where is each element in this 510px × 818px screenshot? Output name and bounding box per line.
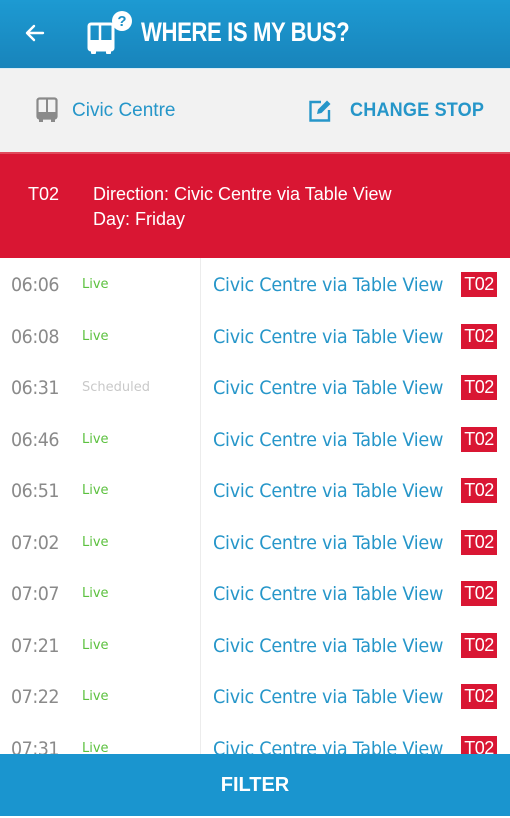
route-badge: T02 xyxy=(461,323,497,349)
route-badge: T02 xyxy=(461,375,497,400)
route-badge: T02 xyxy=(461,272,497,297)
departure-time: 06:31 xyxy=(11,377,60,399)
departure-row[interactable]: 06:31 Scheduled Civic Centre via Table Vie… xyxy=(0,361,510,413)
route-badge: T02 xyxy=(461,581,497,606)
departure-destination[interactable]: Civic Centre via Table View xyxy=(213,429,443,451)
departure-row[interactable]: 06:06 Live Civic Centre via Table View T02 xyxy=(0,258,510,310)
change-stop-button[interactable]: CHANGE STOP xyxy=(308,89,498,133)
departure-destination[interactable]: Civic Centre via Table View xyxy=(213,635,443,657)
departure-row[interactable]: 07:07 Live Civic Centre via Table View T02 xyxy=(0,567,510,619)
departure-time: 07:22 xyxy=(11,686,60,708)
departure-status: Live xyxy=(82,689,109,704)
departure-row[interactable]: 07:22 Live Civic Centre via Table View T02 xyxy=(0,670,510,722)
departure-time: 06:46 xyxy=(11,428,60,451)
departure-destination[interactable]: Civic Centre via Table View xyxy=(213,480,443,502)
filter-button[interactable]: FILTER xyxy=(0,754,510,816)
departure-destination[interactable]: Civic Centre via Table View xyxy=(213,686,443,708)
change-stop-label: CHANGE STOP xyxy=(350,100,485,121)
arrow-left-icon xyxy=(25,24,45,42)
departure-time: 07:02 xyxy=(11,531,60,554)
departure-row[interactable]: 06:46 Live Civic Centre via Table View T02 xyxy=(0,413,510,465)
back-button[interactable] xyxy=(20,18,50,48)
route-badge: T02 xyxy=(461,684,497,709)
route-badge: T02 xyxy=(461,632,497,658)
departure-destination[interactable]: Civic Centre via Table View xyxy=(213,583,443,605)
route-info-banner: T02 Direction: Civic Centre via Table Vi… xyxy=(0,152,510,258)
departure-row[interactable]: 07:31 Live Civic Centre via Table View T02 xyxy=(0,722,510,755)
stop-name: Civic Centre xyxy=(72,100,176,121)
departure-status: Live xyxy=(82,328,109,344)
departure-status: Live xyxy=(82,586,109,601)
departure-time: 06:06 xyxy=(11,274,60,296)
bus-icon xyxy=(36,97,58,122)
departure-status: Live xyxy=(82,637,109,653)
stop-bar: Civic Centre CHANGE STOP xyxy=(0,68,510,152)
departure-status: Live xyxy=(82,483,109,498)
svg-text:?: ? xyxy=(117,13,126,30)
edit-icon xyxy=(309,100,331,122)
departure-row[interactable]: 07:02 Live Civic Centre via Table View T02 xyxy=(0,516,510,568)
departure-time: 07:07 xyxy=(11,583,60,605)
departure-destination[interactable]: Civic Centre via Table View xyxy=(213,532,443,554)
departure-status: Live xyxy=(82,534,109,550)
bus-question-icon: ? xyxy=(87,11,132,54)
departure-time: 07:31 xyxy=(11,737,60,755)
app-bar: ? WHERE IS MY BUS? xyxy=(0,0,510,68)
route-badge: T02 xyxy=(461,735,497,754)
departure-status: Live xyxy=(82,277,109,292)
route-badge: T02 xyxy=(461,529,497,555)
departure-status: Scheduled xyxy=(82,380,150,395)
route-direction: Direction: Civic Centre via Table View xyxy=(93,184,392,204)
app-title: WHERE IS MY BUS? xyxy=(141,17,350,47)
departure-time: 07:21 xyxy=(11,634,60,657)
departure-time: 06:51 xyxy=(11,480,60,502)
route-badge: T02 xyxy=(461,426,497,452)
departure-status: Live xyxy=(82,740,109,755)
departure-destination[interactable]: Civic Centre via Table View xyxy=(213,377,443,399)
route-badge: T02 xyxy=(461,478,497,503)
departure-row[interactable]: 06:51 Live Civic Centre via Table View T02 xyxy=(0,464,510,516)
departure-row[interactable]: 07:21 Live Civic Centre via Table View T02 xyxy=(0,619,510,671)
departure-list[interactable]: 06:06 Live Civic Centre via Table View T02 0… xyxy=(0,258,510,754)
departure-destination[interactable]: Civic Centre via Table View xyxy=(213,274,443,296)
route-code: T02 xyxy=(28,184,60,204)
departure-time: 06:08 xyxy=(11,325,60,348)
departure-destination[interactable]: Civic Centre via Table View xyxy=(213,738,443,755)
route-day: Day: Friday xyxy=(93,209,186,229)
departure-status: Live xyxy=(82,431,109,447)
departure-destination[interactable]: Civic Centre via Table View xyxy=(213,326,443,348)
departure-row[interactable]: 06:08 Live Civic Centre via Table View T02 xyxy=(0,310,510,362)
